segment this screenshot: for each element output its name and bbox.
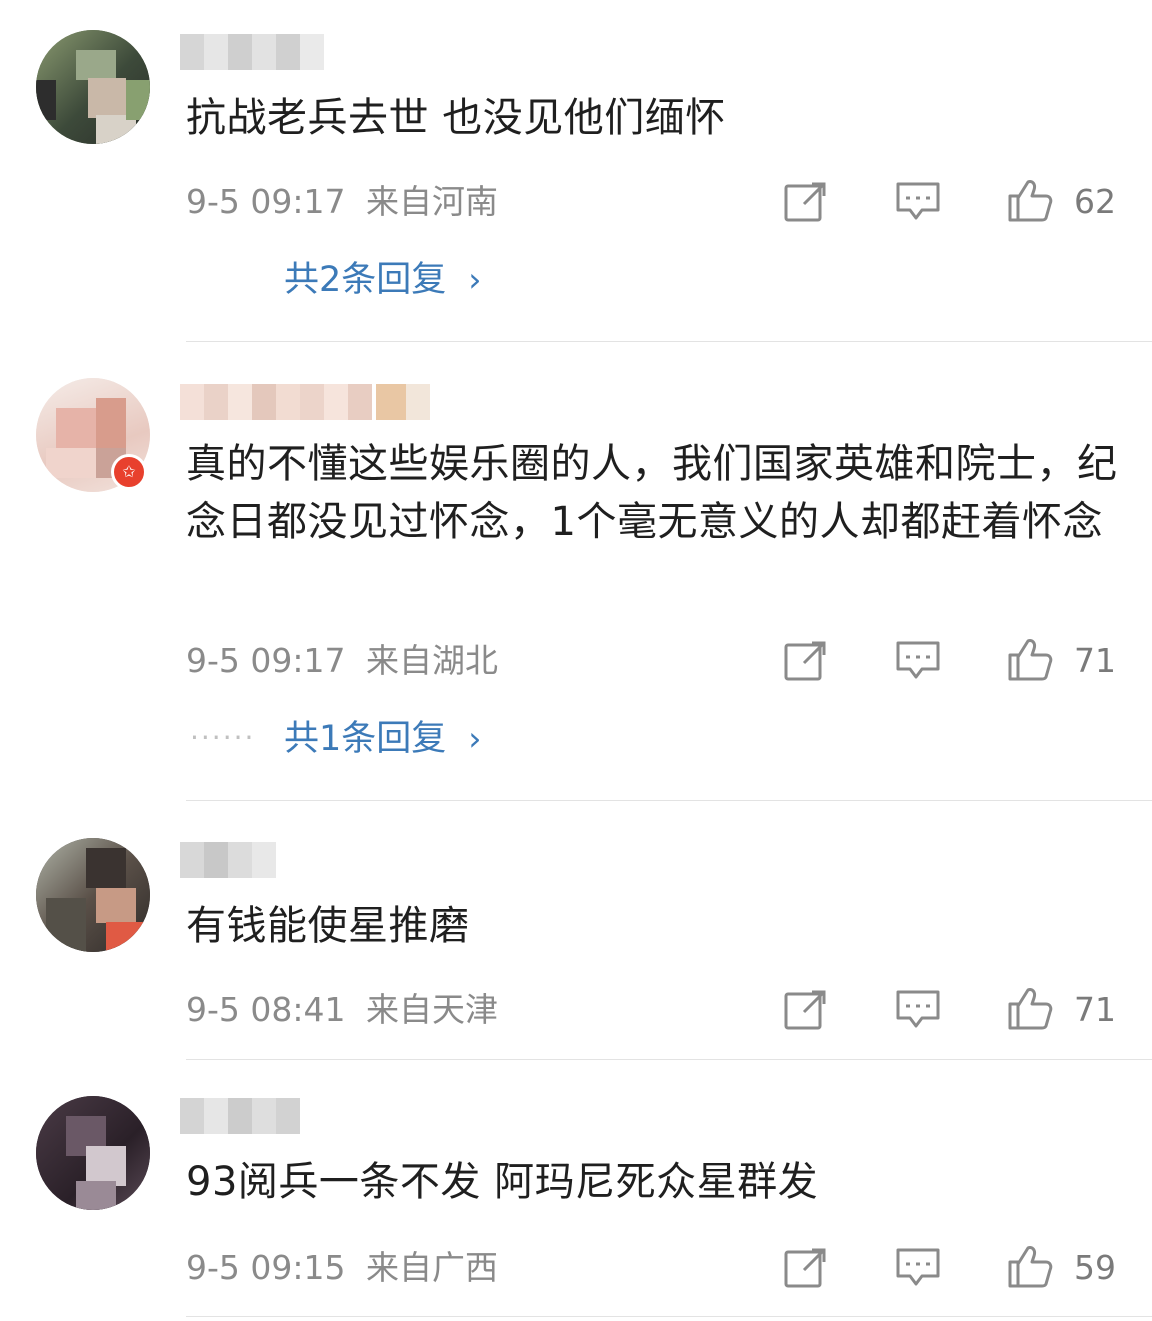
thumbs-up-icon[interactable] xyxy=(1006,178,1054,222)
comment-meta: 9-5 08:41 来自天津 xyxy=(186,990,498,1030)
comment-time: 9-5 09:17 xyxy=(186,641,346,680)
view-replies-link[interactable]: 共2条回复 › xyxy=(284,258,481,302)
share-edit-icon[interactable] xyxy=(782,988,830,1032)
comment-icon[interactable] xyxy=(894,1246,942,1290)
comment-text: 有钱能使星推磨 xyxy=(186,903,470,949)
comment-meta: 9-5 09:17 来自湖北 xyxy=(186,641,498,681)
comment-text: 真的不懂这些娱乐圈的人，我们国家英雄和院士，纪念日都没见过怀念，1个毫无意义的人… xyxy=(186,441,1118,545)
thumbs-up-icon[interactable] xyxy=(1006,637,1054,681)
like-count: 59 xyxy=(1074,1248,1116,1287)
comment-text: 抗战老兵去世 也没见他们缅怀 xyxy=(186,95,726,141)
comment-icon[interactable] xyxy=(894,988,942,1032)
reply-dots: ······ xyxy=(190,721,256,754)
comment-icon[interactable] xyxy=(894,639,942,683)
avatar[interactable] xyxy=(36,1096,150,1210)
chevron-right-icon: › xyxy=(468,719,482,758)
username-blurred[interactable] xyxy=(180,842,280,878)
comment-time: 9-5 09:15 xyxy=(186,1248,346,1287)
username-blurred[interactable] xyxy=(180,1098,310,1134)
divider xyxy=(186,341,1152,342)
username-blurred[interactable] xyxy=(180,34,350,70)
divider xyxy=(186,800,1152,801)
comment-time: 9-5 09:17 xyxy=(186,182,346,221)
view-replies-link[interactable]: 共1条回复 › xyxy=(284,717,481,761)
comment-location: 来自河南 xyxy=(366,182,498,221)
like-count: 71 xyxy=(1074,641,1116,680)
divider xyxy=(186,1316,1152,1317)
divider xyxy=(186,1059,1152,1060)
comment-location: 来自天津 xyxy=(366,990,498,1029)
chevron-right-icon: › xyxy=(468,260,482,299)
comment-text: 93阅兵一条不发 阿玛尼死众星群发 xyxy=(186,1159,819,1205)
comment-icon[interactable] xyxy=(894,180,942,224)
share-edit-icon[interactable] xyxy=(782,1246,830,1290)
username-blurred[interactable] xyxy=(180,384,430,420)
avatar[interactable] xyxy=(36,30,150,144)
avatar[interactable] xyxy=(36,838,150,952)
comment-location: 来自湖北 xyxy=(366,641,498,680)
share-edit-icon[interactable] xyxy=(782,180,830,224)
comment-meta: 9-5 09:17 来自河南 xyxy=(186,182,498,222)
comment-meta: 9-5 09:15 来自广西 xyxy=(186,1248,498,1288)
share-edit-icon[interactable] xyxy=(782,639,830,683)
like-count: 62 xyxy=(1074,182,1116,221)
thumbs-up-icon[interactable] xyxy=(1006,986,1054,1030)
thumbs-up-icon[interactable] xyxy=(1006,1244,1054,1288)
comment-time: 9-5 08:41 xyxy=(186,990,346,1029)
like-count: 71 xyxy=(1074,990,1116,1029)
comment-location: 来自广西 xyxy=(366,1248,498,1287)
verified-badge-icon: ✩ xyxy=(111,454,147,490)
replies-label: 共1条回复 xyxy=(284,719,447,759)
replies-label: 共2条回复 xyxy=(284,260,447,300)
